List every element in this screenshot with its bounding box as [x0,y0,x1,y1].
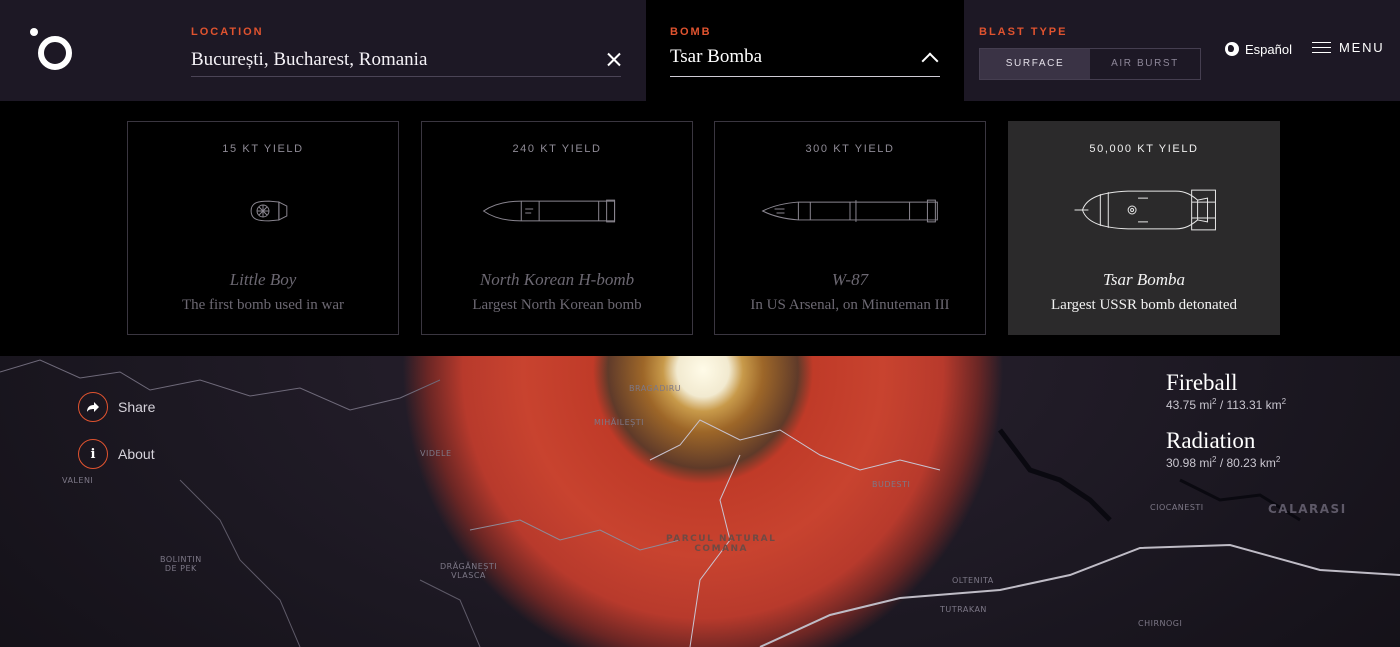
map-label-oltenita: OLTENITA [952,576,994,585]
bomb-panel: BOMB Tsar Bomba [646,0,964,101]
map-label-budesti: BUDESTI [872,480,911,489]
about-label: About [118,446,155,462]
share-label: Share [118,399,156,415]
location-input[interactable]: București, Bucharest, Romania [191,48,621,77]
close-icon[interactable] [607,52,621,66]
bomb-name: W-87 [831,270,869,289]
language-button[interactable]: Español [1225,41,1292,57]
blast-airburst-button[interactable]: AIR BURST [1090,49,1200,79]
bomb-yield: 15 KT YIELD [222,143,304,155]
blast-type-label: BLAST TYPE [979,26,1068,38]
bomb-label: BOMB [670,26,712,38]
bomb-card-north-korean-hbomb[interactable]: 240 KT YIELD North Korean H-bomb Largest… [421,121,693,335]
map-label-videle: VIDELE [420,449,452,458]
location-value[interactable]: București, Bucharest, Romania [191,49,427,70]
map-label-chirnogi: CHIRNOGI [1138,619,1183,628]
bomb-name: Tsar Bomba [1102,270,1186,289]
bomb-dropdown: 15 KT YIELD Little Boy The first bomb us… [0,101,1400,356]
map-label-mihailesti: MIHĂILEȘTI [594,418,644,427]
share-icon [78,392,108,422]
bomb-select[interactable]: Tsar Bomba [670,45,940,77]
menu-button[interactable]: MENU [1312,40,1384,55]
map-label-draganesti: DRĂGĂNEȘTI VLASCA [440,562,498,580]
location-label: LOCATION [191,26,264,38]
blast-type-toggle[interactable]: SURFACE AIR BURST [979,48,1201,80]
hamburger-icon [1312,41,1331,54]
map-label-bolintin: BOLINTIN DE PEK [160,555,202,573]
bomb-name: Little Boy [229,270,297,289]
bomb-yield: 50,000 KT YIELD [1089,143,1199,155]
bomb-name: North Korean H-bomb [479,270,635,289]
logo-icon[interactable] [30,28,72,70]
effect-title: Radiation [1166,428,1256,453]
bomb-card-little-boy[interactable]: 15 KT YIELD Little Boy The first bomb us… [127,121,399,335]
bomb-yield: 240 KT YIELD [512,143,602,155]
bomb-desc: Largest USSR bomb detonated [1051,297,1237,313]
globe-icon [1225,42,1239,56]
effect-title: Fireball [1166,370,1238,395]
blast-surface-button[interactable]: SURFACE [980,49,1090,79]
tsar-bomba-icon [1074,189,1216,231]
map-label-tutrakan: TUTRAKAN [940,605,987,614]
effect-area: 43.75 mi2 / 113.31 km2 [1166,397,1287,412]
map-label-valeni: VALENI [62,476,94,485]
bomb-card-tsar-bomba[interactable]: 50,000 KT YIELD Tsar Bomba Largest USSR … [1008,121,1280,335]
map-label-calarasi: CALARASI [1268,502,1347,516]
north-korean-hbomb-icon [482,199,616,223]
about-button[interactable]: i About [78,439,155,469]
bomb-value[interactable]: Tsar Bomba [670,46,762,67]
bomb-desc: The first bomb used in war [181,297,345,313]
effect-area: 30.98 mi2 / 80.23 km2 [1166,455,1281,470]
bomb-yield: 300 KT YIELD [805,143,895,155]
share-button[interactable]: Share [78,392,155,422]
language-label: Español [1245,41,1292,57]
info-icon: i [78,439,108,469]
chevron-up-icon[interactable] [921,52,939,70]
little-boy-icon [250,200,288,222]
map-label-ciocanesti: CIOCANESTI [1150,503,1204,512]
w87-icon [761,199,938,223]
bomb-card-w87[interactable]: 300 KT YIELD W-87 In US Arsenal, on Minu… [714,121,986,335]
menu-label: MENU [1339,40,1385,55]
top-bar: LOCATION București, Bucharest, Romania B… [0,0,1400,101]
map-label-park: PARCUL NATURAL COMANA [666,534,777,554]
effect-radiation: Radiation 30.98 mi2 / 80.23 km2 [1166,428,1280,470]
bomb-desc: Largest North Korean bomb [472,297,642,313]
bomb-desc: In US Arsenal, on Minuteman III [750,297,950,313]
map-label-bragadiru: BRAGADIRU [629,384,682,393]
effect-fireball: Fireball 43.75 mi2 / 113.31 km2 [1166,370,1286,412]
